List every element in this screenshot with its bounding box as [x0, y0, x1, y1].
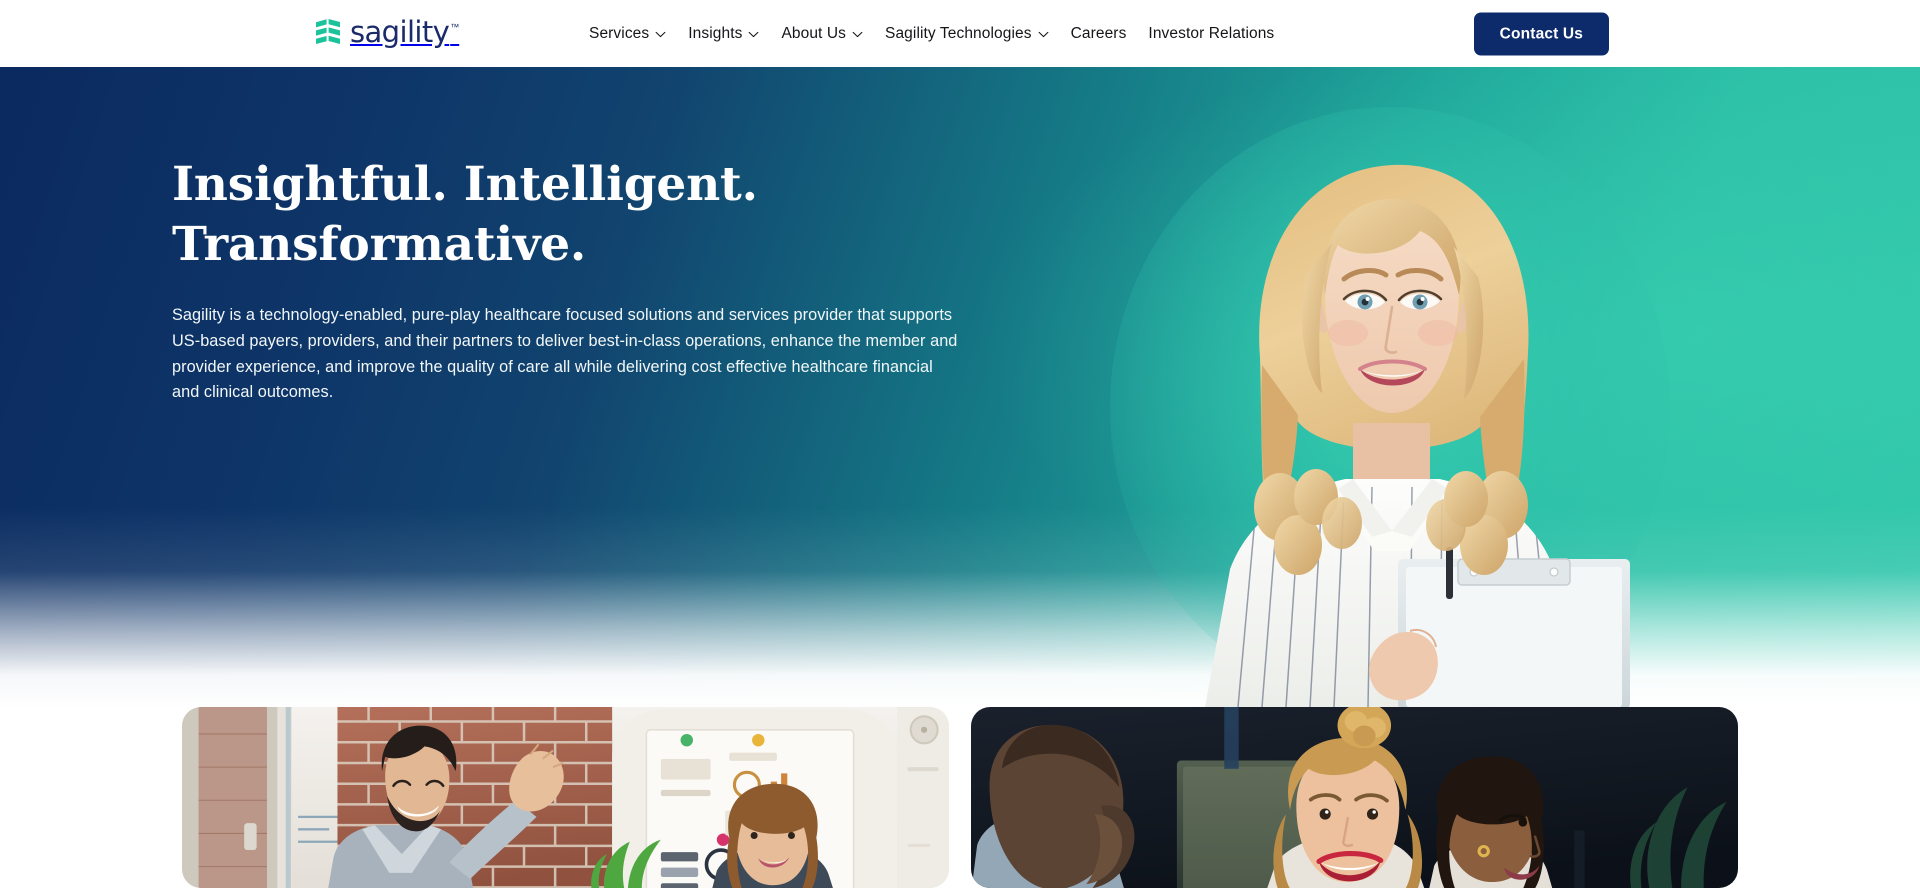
hero-section: Insightful. Intelligent. Transformative.…: [0, 67, 1920, 707]
nav-item-careers[interactable]: Careers: [1071, 19, 1149, 49]
main-navigation: Services Insights About Us Sagility Tech…: [589, 19, 1296, 49]
sagility-s-mark-icon: [316, 18, 340, 44]
contact-us-button[interactable]: Contact Us: [1473, 12, 1609, 55]
nav-label: Services: [589, 24, 650, 42]
hero-copy: Insightful. Intelligent. Transformative.…: [172, 155, 972, 406]
nav-item-insights[interactable]: Insights: [688, 19, 781, 49]
hero-headline: Insightful. Intelligent. Transformative.: [172, 155, 972, 275]
hero-photo-woman-with-clipboard: [1110, 107, 1670, 707]
hero-headline-line-1: Insightful. Intelligent.: [172, 157, 758, 212]
hero-description: Sagility is a technology-enabled, pure-p…: [172, 306, 958, 402]
nav-label: About Us: [781, 24, 847, 42]
chevron-down-icon: [655, 31, 666, 38]
chevron-down-icon: [749, 31, 759, 38]
nav-item-sagility-technologies[interactable]: Sagility Technologies: [885, 19, 1071, 49]
office-high-five-photo: [182, 707, 949, 888]
sagility-logo[interactable]: sagility™: [313, 14, 460, 51]
featured-cards: [0, 707, 1920, 888]
nav-item-about-us[interactable]: About Us: [781, 19, 885, 49]
nav-label: Investor Relations: [1148, 24, 1275, 42]
nav-label: Careers: [1070, 24, 1127, 42]
nav-label: Insights: [688, 24, 743, 42]
nav-label: Sagility Technologies: [885, 24, 1032, 42]
nav-item-services[interactable]: Services: [589, 19, 688, 49]
card-image-smiling-team[interactable]: [971, 707, 1738, 888]
nav-item-investor-relations[interactable]: Investor Relations: [1148, 19, 1296, 49]
chevron-down-icon: [1038, 31, 1048, 38]
trademark-symbol: ™: [450, 21, 460, 32]
logo-wordmark: sagility™: [350, 14, 460, 49]
site-header: sagility™ Services Insights About Us Sag…: [0, 0, 1920, 67]
hero-headline-line-2: Transformative.: [172, 217, 587, 272]
smiling-team-photo: [971, 707, 1738, 888]
card-image-office-high-five[interactable]: [182, 707, 949, 888]
chevron-down-icon: [852, 31, 863, 38]
